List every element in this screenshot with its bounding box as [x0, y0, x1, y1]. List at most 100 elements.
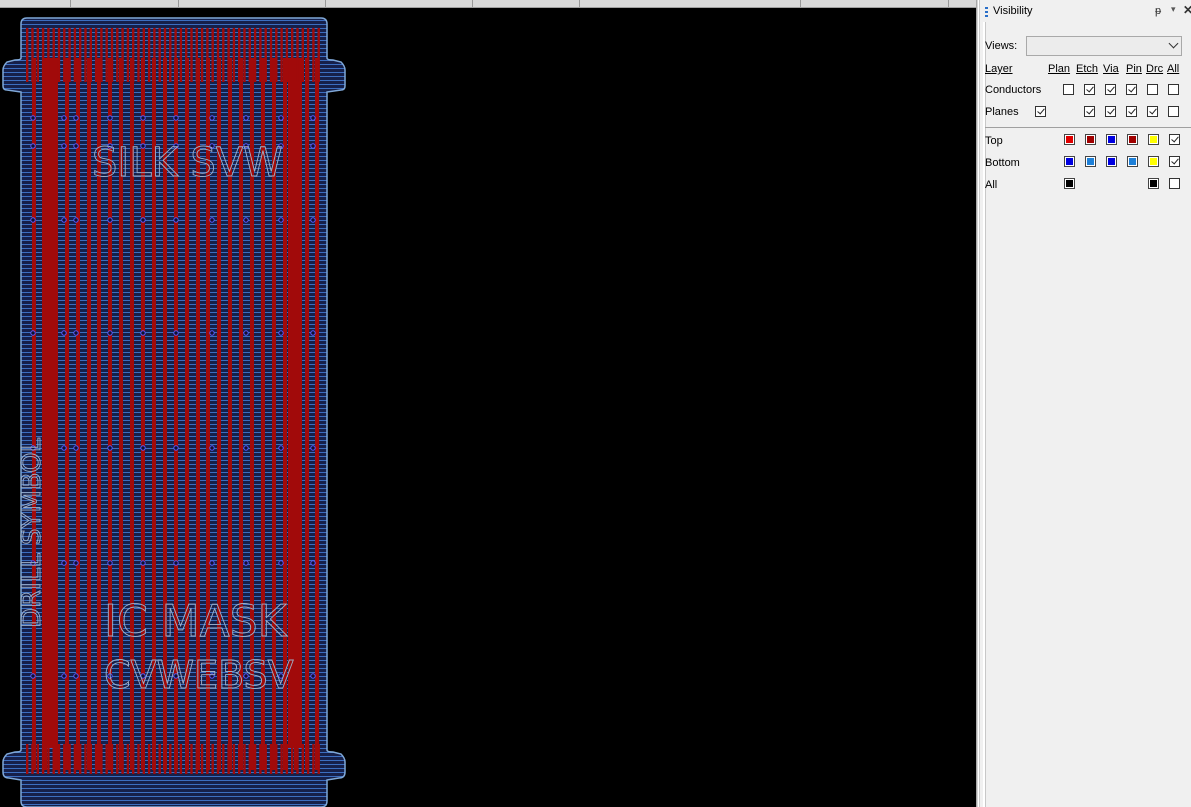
bottom-all-checkbox[interactable] [1169, 156, 1180, 167]
conductors-all-checkbox[interactable] [1168, 84, 1179, 95]
connector-finger [73, 744, 77, 774]
via [209, 217, 215, 223]
bottom-pin-color-swatch[interactable] [1127, 156, 1138, 167]
pcb-power-trace [42, 58, 56, 748]
conductors-plan-checkbox[interactable] [1063, 84, 1074, 95]
pcb-design-canvas[interactable]: SILK SVW DRILL SYMBOL IC MASK CVWEBSV [0, 8, 976, 807]
via [173, 560, 179, 566]
top-drc-color-swatch[interactable] [1148, 134, 1159, 145]
connector-finger [142, 744, 145, 774]
planes-enable-checkbox[interactable] [1035, 106, 1046, 117]
connector-finger [26, 28, 29, 82]
connector-finger [301, 28, 304, 82]
top-pin-color-swatch[interactable] [1127, 134, 1138, 145]
connector-finger [216, 28, 220, 82]
all-all-checkbox[interactable] [1169, 178, 1180, 189]
connector-finger [52, 28, 55, 82]
connector-finger [211, 744, 214, 774]
via [243, 217, 249, 223]
views-dropdown[interactable] [1026, 36, 1182, 56]
bottom-etch-color-swatch[interactable] [1085, 156, 1096, 167]
via [140, 445, 146, 451]
connector-finger [126, 744, 130, 774]
connector-finger [269, 28, 273, 82]
via [140, 330, 146, 336]
via [107, 330, 113, 336]
connector-finger [36, 28, 39, 82]
via [107, 445, 113, 451]
conductors-drc-checkbox[interactable] [1147, 84, 1158, 95]
planes-pin-checkbox[interactable] [1126, 106, 1137, 117]
top-etch-color-swatch[interactable] [1085, 134, 1096, 145]
pcb-power-trace [288, 58, 302, 748]
via [209, 330, 215, 336]
column-header-all[interactable]: All [1167, 63, 1179, 75]
close-icon[interactable]: ✕ [1183, 3, 1191, 17]
column-header-drc[interactable]: Drc [1146, 63, 1163, 75]
connector-finger [312, 28, 315, 82]
chevron-down-icon [1168, 38, 1179, 49]
connector-finger [275, 744, 278, 774]
top-via-color-swatch[interactable] [1106, 134, 1117, 145]
conductors-pin-checkbox[interactable] [1126, 84, 1137, 95]
via [30, 115, 36, 121]
column-header-layer[interactable]: Layer [985, 63, 1013, 75]
top-plan-color-swatch[interactable] [1064, 134, 1075, 145]
connector-finger [253, 744, 257, 774]
connector-finger [94, 744, 98, 774]
bottom-via-color-swatch[interactable] [1106, 156, 1117, 167]
column-header-plan[interactable]: Plan [1048, 63, 1070, 75]
bottom-drc-color-swatch[interactable] [1148, 156, 1159, 167]
planes-etch-checkbox[interactable] [1084, 106, 1095, 117]
via [278, 115, 284, 121]
column-header-via[interactable]: Via [1103, 63, 1119, 75]
connector-finger [147, 744, 151, 774]
conductors-etch-checkbox[interactable] [1084, 84, 1095, 95]
connector-finger [110, 28, 114, 82]
via [278, 445, 284, 451]
via [73, 143, 79, 149]
all-drc-color-swatch[interactable] [1148, 178, 1159, 189]
column-header-pin[interactable]: Pin [1126, 63, 1142, 75]
planes-via-checkbox[interactable] [1105, 106, 1116, 117]
connector-finger [296, 28, 299, 82]
section-divider [985, 127, 1191, 128]
planes-drc-checkbox[interactable] [1147, 106, 1158, 117]
connector-finger [222, 744, 225, 774]
via [61, 330, 67, 336]
connector-finger [147, 28, 151, 82]
layer-bottom-label: Bottom [985, 157, 1020, 169]
silkscreen-text-vertical: DRILL SYMBOL [17, 437, 47, 628]
conductors-via-checkbox[interactable] [1105, 84, 1116, 95]
connector-finger [158, 744, 161, 774]
connector-finger [190, 28, 193, 82]
pin-icon[interactable]: ᵽ [1155, 5, 1161, 17]
silkscreen-text-bottom-1: IC MASK [104, 596, 288, 647]
via [73, 217, 79, 223]
connector-finger [142, 28, 145, 82]
connector-finger [275, 28, 278, 82]
connector-finger [132, 28, 135, 82]
planes-label: Planes [985, 106, 1019, 118]
bottom-plan-color-swatch[interactable] [1064, 156, 1075, 167]
top-all-checkbox[interactable] [1169, 134, 1180, 145]
connector-finger [121, 28, 124, 82]
connector-finger [259, 744, 262, 774]
planes-all-checkbox[interactable] [1168, 106, 1179, 117]
drag-grip-icon[interactable] [985, 7, 988, 17]
via [310, 445, 316, 451]
via [73, 330, 79, 336]
column-header-etch[interactable]: Etch [1076, 63, 1098, 75]
chevron-down-icon[interactable]: ▾ [1171, 4, 1176, 15]
connector-finger [36, 744, 39, 774]
connector-finger [248, 28, 251, 82]
views-label: Views: [985, 40, 1018, 52]
connector-finger [269, 744, 273, 774]
connector-finger [41, 28, 45, 82]
connector-finger [238, 744, 241, 774]
connector-finger [264, 28, 267, 82]
connector-finger [84, 744, 87, 774]
all-plan-color-swatch[interactable] [1064, 178, 1075, 189]
connector-finger [31, 28, 34, 82]
via [209, 115, 215, 121]
